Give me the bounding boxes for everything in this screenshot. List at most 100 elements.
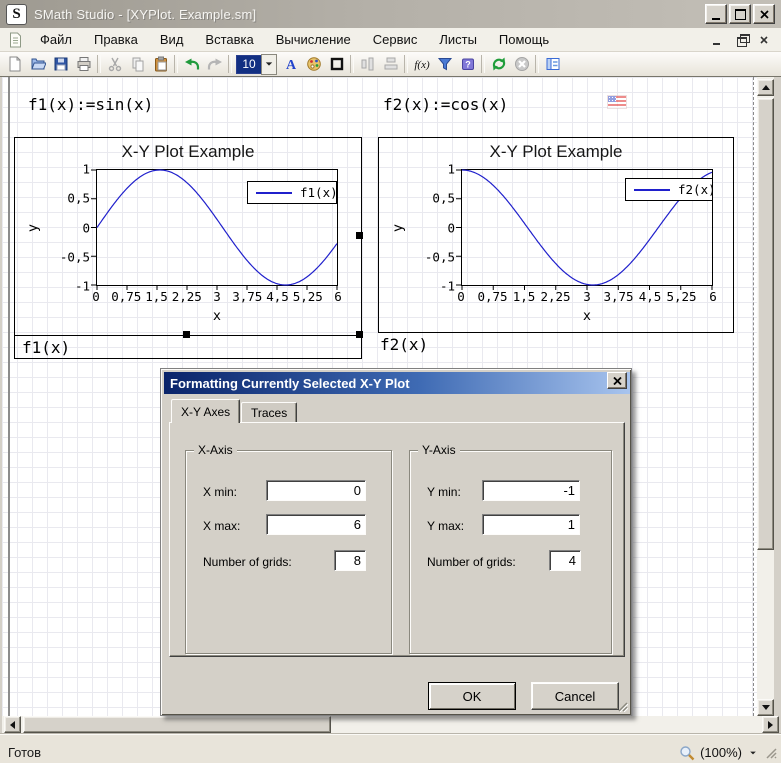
x-min-input[interactable] (266, 480, 366, 501)
print-button[interactable] (72, 53, 95, 75)
flag-canton (608, 96, 616, 102)
window-resize-grip[interactable] (764, 746, 777, 759)
align-horizontal-button[interactable] (356, 53, 379, 75)
menu-view[interactable]: Вид (149, 29, 195, 50)
refresh-icon (491, 56, 507, 72)
mdi-minimize-button[interactable] (709, 33, 723, 47)
ytick: 0 (82, 220, 90, 235)
font-size-value: 10 (236, 55, 261, 74)
horizontal-scroll-thumb[interactable] (23, 716, 331, 733)
xtick: 5,25 (293, 289, 323, 304)
xtick: 3,75 (603, 289, 633, 304)
expression-f2[interactable]: f2(x):=cos(x) (383, 95, 508, 114)
xtick: 3 (213, 289, 221, 304)
menu-service[interactable]: Сервис (362, 29, 429, 50)
menu-calculation[interactable]: Вычисление (265, 29, 362, 50)
close-icon (760, 10, 769, 19)
menu-insert[interactable]: Вставка (194, 29, 264, 50)
new-document-button[interactable] (3, 53, 26, 75)
align-vertical-button[interactable] (379, 53, 402, 75)
plot2-ylabel: y (390, 224, 406, 232)
status-text: Готов (8, 745, 41, 760)
vertical-scroll-thumb[interactable] (757, 98, 774, 550)
plot2-caption: f2(x) (380, 335, 428, 354)
zoom-dropdown-button[interactable] (747, 749, 759, 757)
close-button[interactable] (753, 4, 775, 24)
palette-icon (306, 56, 322, 72)
y-max-label: Y max: (427, 519, 464, 533)
app-icon: S (6, 4, 27, 25)
tab-xy-axes[interactable]: X-Y Axes (171, 399, 240, 423)
xtick: 2,25 (172, 289, 202, 304)
save-button[interactable] (49, 53, 72, 75)
filter-button[interactable] (433, 53, 456, 75)
resize-handle-bottom[interactable] (183, 331, 190, 338)
y-axis-group: Y-Axis Y min: Y max: Number of grids: (409, 450, 612, 654)
maximize-button[interactable] (729, 4, 751, 24)
function-button[interactable]: f(x) (410, 53, 433, 75)
mdi-close-button[interactable] (757, 33, 771, 47)
menu-help[interactable]: Помощь (488, 29, 560, 50)
expression-f1[interactable]: f1(x):=sin(x) (28, 95, 153, 114)
copy-button[interactable] (126, 53, 149, 75)
cut-button[interactable] (103, 53, 126, 75)
resize-handle-corner[interactable] (356, 331, 363, 338)
scroll-left-button[interactable] (4, 716, 21, 733)
options-panel-icon (545, 56, 561, 72)
ytick: 1 (447, 162, 455, 177)
menu-sheets[interactable]: Листы (428, 29, 488, 50)
resize-handle-right[interactable] (356, 232, 363, 239)
scroll-down-button[interactable] (757, 699, 774, 716)
xtick: 4,5 (266, 289, 289, 304)
vertical-scrollbar[interactable] (757, 77, 774, 716)
y-min-input[interactable] (482, 480, 580, 501)
xy-plot-2[interactable]: X-Y Plot Example y 1 0,5 0 -0,5 -1 0 0,7… (378, 137, 734, 333)
open-button[interactable] (26, 53, 49, 75)
arrow-down-icon (762, 705, 770, 710)
font-color-button[interactable]: A (279, 53, 302, 75)
y-grids-input[interactable] (549, 550, 581, 571)
font-size-select[interactable]: 10 (236, 54, 277, 75)
border-icon (329, 56, 345, 72)
options-panel-button[interactable] (541, 53, 564, 75)
paste-button[interactable] (149, 53, 172, 75)
scroll-up-button[interactable] (757, 79, 774, 96)
ok-button[interactable]: OK (428, 682, 516, 710)
x-max-input[interactable] (266, 514, 366, 535)
border-button[interactable] (325, 53, 348, 75)
font-size-dropdown-button[interactable] (261, 54, 277, 75)
xy-plot-1[interactable]: X-Y Plot Example y 1 0,5 0 -0,5 -1 0 0,7… (14, 137, 362, 359)
dialog-resize-grip[interactable] (615, 699, 628, 712)
dialog-close-button[interactable] (607, 372, 627, 389)
cancel-button[interactable]: Cancel (531, 682, 619, 710)
undo-button[interactable] (180, 53, 203, 75)
document-icon (8, 32, 23, 48)
dialog-title: Formatting Currently Selected X-Y Plot (170, 376, 410, 391)
menu-file[interactable]: Файл (29, 29, 83, 50)
save-icon (53, 56, 69, 72)
plot1-ytick-labels: 1 0,5 0 -0,5 -1 (52, 169, 90, 286)
toolbar-separator (404, 55, 408, 73)
ytick: -1 (75, 279, 90, 294)
x-grids-input[interactable] (334, 550, 366, 571)
minimize-button[interactable] (705, 4, 727, 24)
dialog-title-bar[interactable]: Formatting Currently Selected X-Y Plot (164, 372, 630, 394)
y-max-input[interactable] (482, 514, 580, 535)
stop-icon (514, 56, 530, 72)
stop-button[interactable] (510, 53, 533, 75)
horizontal-scrollbar[interactable] (2, 716, 779, 733)
menu-edit[interactable]: Правка (83, 29, 149, 50)
palette-button[interactable] (302, 53, 325, 75)
redo-button[interactable] (203, 53, 226, 75)
mdi-restore-icon (737, 37, 747, 47)
refresh-button[interactable] (487, 53, 510, 75)
reference-book-button[interactable]: ? (456, 53, 479, 75)
ytick: -1 (440, 279, 455, 294)
x-axis-group-label: X-Axis (194, 443, 237, 457)
tab-traces[interactable]: Traces (241, 402, 297, 423)
toolbar-separator (481, 55, 485, 73)
mdi-restore-button[interactable] (733, 33, 747, 47)
plot1-legend: f1(x) (247, 181, 337, 204)
x-axis-group: X-Axis X min: X max: Number of grids: (185, 450, 392, 654)
scroll-right-button[interactable] (762, 716, 779, 733)
